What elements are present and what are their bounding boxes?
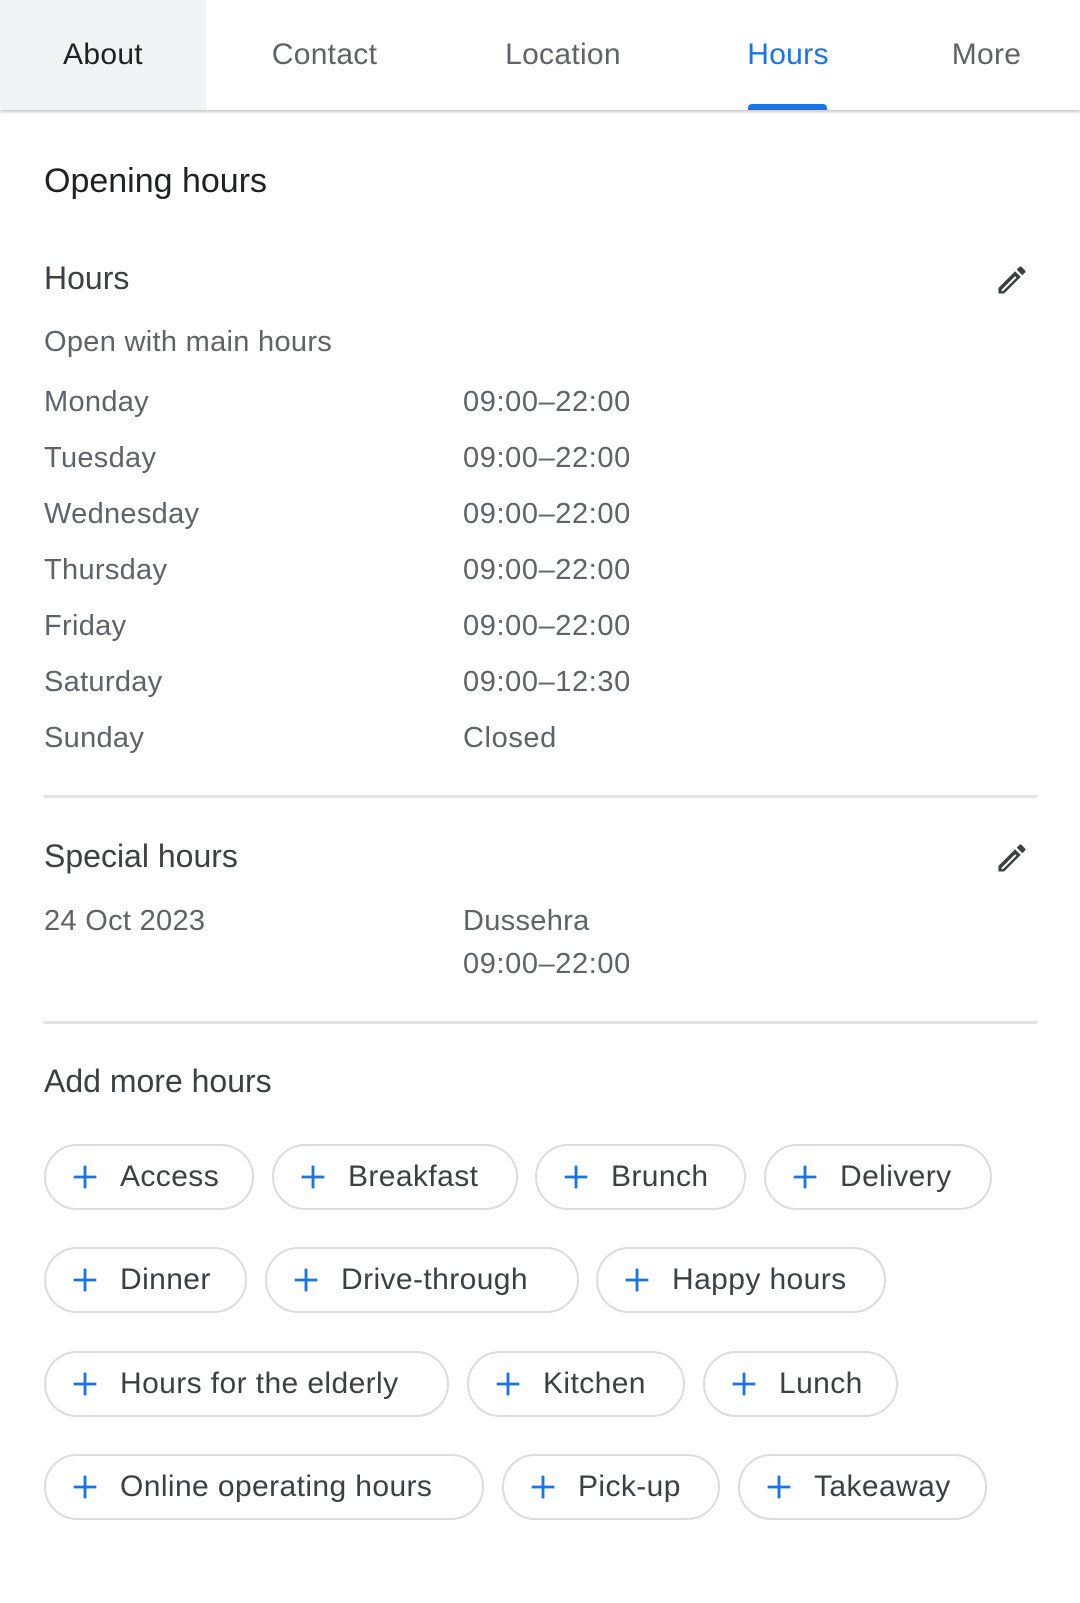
chip-label: Lunch — [779, 1367, 863, 1400]
day-label: Sunday — [44, 722, 145, 754]
page-title: Opening hours — [44, 162, 268, 200]
pencil-icon — [998, 844, 1026, 872]
chip-label: Access — [120, 1160, 220, 1193]
plus-icon — [301, 1165, 325, 1189]
add-hours-for-the-elderly-chip[interactable]: Hours for the elderly — [44, 1351, 449, 1417]
plus-icon — [767, 1475, 791, 1499]
plus-icon — [732, 1372, 756, 1396]
divider — [44, 1021, 1037, 1024]
add-takeaway-chip[interactable]: Takeaway — [738, 1454, 987, 1520]
add-breakfast-chip[interactable]: Breakfast — [272, 1144, 518, 1210]
special-time: 09:00–22:00 — [463, 948, 631, 980]
plus-icon — [73, 1475, 97, 1499]
tab-about[interactable]: About — [0, 0, 206, 110]
plus-icon — [531, 1475, 555, 1499]
day-hours: 09:00–22:00 — [463, 442, 631, 474]
add-online-operating-hours-chip[interactable]: Online operating hours — [44, 1454, 484, 1520]
tab-bar: About Contact Location Hours More — [0, 0, 1080, 110]
add-brunch-chip[interactable]: Brunch — [535, 1144, 746, 1210]
add-more-hours-title: Add more hours — [44, 1063, 272, 1099]
divider — [44, 795, 1037, 798]
chip-label: Breakfast — [348, 1160, 479, 1193]
hours-subtitle: Open with main hours — [44, 326, 333, 358]
day-label: Monday — [44, 386, 149, 418]
add-happy-hours-chip[interactable]: Happy hours — [596, 1247, 886, 1313]
add-drive-through-chip[interactable]: Drive-through — [265, 1247, 579, 1313]
add-kitchen-chip[interactable]: Kitchen — [467, 1351, 685, 1417]
plus-icon — [496, 1372, 520, 1396]
plus-icon — [73, 1372, 97, 1396]
special-name: Dussehra — [463, 905, 590, 937]
plus-icon — [73, 1268, 97, 1292]
plus-icon — [73, 1165, 97, 1189]
tab-more[interactable]: More — [893, 0, 1080, 110]
tab-contact[interactable]: Contact — [206, 0, 443, 110]
tab-active-indicator — [748, 104, 827, 110]
add-dinner-chip[interactable]: Dinner — [44, 1247, 247, 1313]
chip-label: Brunch — [611, 1160, 709, 1193]
special-hours-title: Special hours — [44, 838, 238, 874]
plus-icon — [625, 1268, 649, 1292]
edit-hours-button[interactable] — [990, 258, 1034, 302]
day-label: Thursday — [44, 554, 168, 586]
pencil-icon — [998, 266, 1026, 294]
chip-label: Pick-up — [578, 1470, 681, 1503]
day-hours: 09:00–22:00 — [463, 554, 631, 586]
chip-label: Happy hours — [672, 1263, 847, 1296]
add-access-chip[interactable]: Access — [44, 1144, 254, 1210]
day-hours: 09:00–22:00 — [463, 498, 631, 530]
chip-label: Delivery — [840, 1160, 952, 1193]
day-label: Saturday — [44, 666, 163, 698]
day-hours: 09:00–22:00 — [463, 386, 631, 418]
add-lunch-chip[interactable]: Lunch — [703, 1351, 898, 1417]
chip-label: Drive-through — [341, 1263, 528, 1296]
day-hours: Closed — [463, 722, 557, 754]
day-label: Tuesday — [44, 442, 157, 474]
edit-special-hours-button[interactable] — [990, 836, 1034, 880]
tab-location[interactable]: Location — [443, 0, 683, 110]
special-date: 24 Oct 2023 — [44, 905, 206, 937]
plus-icon — [294, 1268, 318, 1292]
chip-label: Kitchen — [543, 1367, 646, 1400]
chip-label: Hours for the elderly — [120, 1367, 399, 1400]
plus-icon — [793, 1165, 817, 1189]
day-hours: 09:00–12:30 — [463, 666, 631, 698]
day-label: Friday — [44, 610, 127, 642]
hours-section-title: Hours — [44, 260, 130, 296]
tab-hours[interactable]: Hours — [683, 0, 893, 110]
add-pick-up-chip[interactable]: Pick-up — [502, 1454, 720, 1520]
chip-label: Dinner — [120, 1263, 211, 1296]
chip-label: Online operating hours — [120, 1470, 433, 1503]
plus-icon — [564, 1165, 588, 1189]
day-hours: 09:00–22:00 — [463, 610, 631, 642]
hours-content: Opening hours Hours Open with main hours… — [0, 110, 1080, 1603]
chip-label: Takeaway — [814, 1470, 951, 1503]
add-delivery-chip[interactable]: Delivery — [764, 1144, 992, 1210]
day-label: Wednesday — [44, 498, 200, 530]
